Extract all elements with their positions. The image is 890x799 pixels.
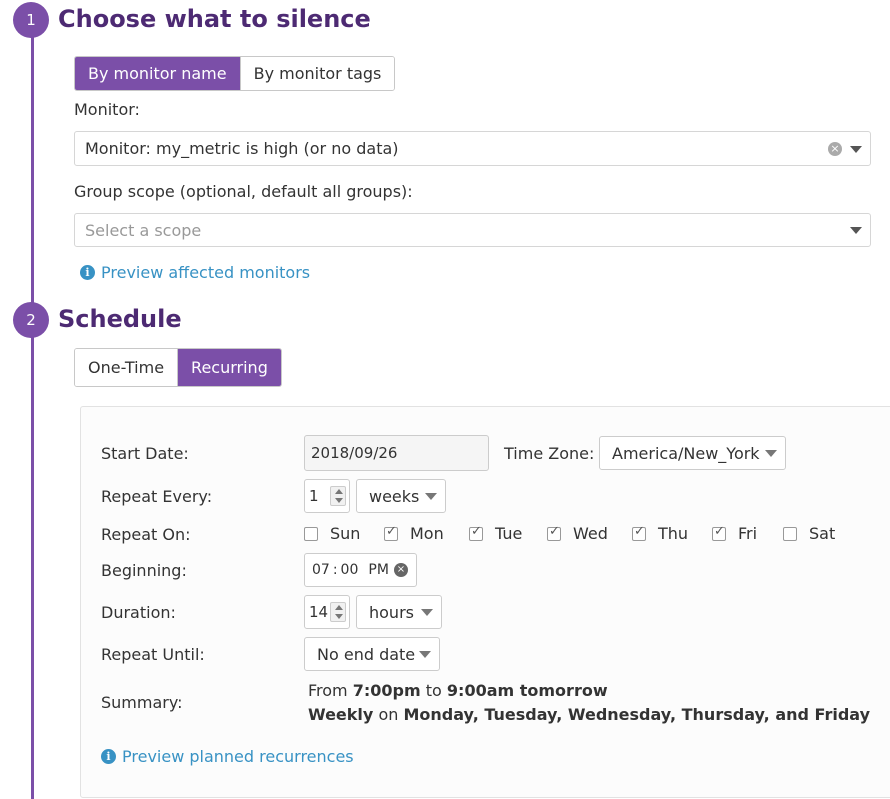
duration-stepper[interactable]: 14 [304, 595, 350, 629]
summary-text: on [378, 705, 399, 724]
day-checkbox-sat[interactable]: Sat [783, 524, 835, 543]
time-minutes[interactable]: 00 [341, 562, 359, 578]
stepper-arrows-icon[interactable] [330, 486, 346, 506]
clear-icon[interactable]: × [828, 141, 842, 156]
day-checkbox-sun[interactable]: Sun [304, 524, 360, 543]
start-date-input[interactable]: 2018/09/26 [304, 435, 489, 471]
chevron-down-icon[interactable] [850, 145, 862, 153]
beginning-label: Beginning: [101, 561, 187, 580]
repeat-until-label: Repeat Until: [101, 645, 205, 664]
repeat-every-label: Repeat Every: [101, 487, 213, 506]
chevron-down-icon [419, 651, 431, 658]
checkbox-icon[interactable] [547, 524, 561, 541]
step-2-title: Schedule [58, 305, 182, 333]
time-ampm[interactable]: PM [368, 562, 389, 578]
preview-planned-recurrences-link[interactable]: i Preview planned recurrences [101, 747, 354, 766]
checkbox-icon[interactable] [712, 524, 726, 541]
repeat-every-unit-value: weeks [369, 486, 420, 506]
timeline-line [31, 20, 34, 799]
preview-affected-monitors-label: Preview affected monitors [101, 263, 311, 282]
group-scope-label: Group scope (optional, default all group… [74, 182, 413, 201]
clear-icon[interactable]: × [393, 563, 408, 577]
time-zone-select[interactable]: America/New_York [599, 436, 786, 470]
day-checkbox-thu[interactable]: Thu [632, 524, 688, 543]
preview-planned-recurrences-label: Preview planned recurrences [122, 747, 354, 766]
stepper-arrows-icon[interactable] [330, 602, 346, 622]
schedule-mode-toggle: One-Time Recurring [74, 348, 282, 387]
chevron-down-icon [421, 609, 433, 616]
step-1-title: Choose what to silence [58, 5, 371, 33]
summary-end-time: 9:00am tomorrow [446, 681, 608, 700]
silence-mode-toggle: By monitor name By monitor tags [74, 56, 396, 91]
day-label: Thu [658, 524, 689, 543]
day-label: Fri [738, 524, 758, 543]
summary-line-1: From 7:00pm to 9:00am tomorrow [308, 681, 608, 700]
repeat-on-label: Repeat On: [101, 525, 191, 544]
info-icon: i [80, 265, 95, 280]
day-label: Sun [330, 524, 361, 543]
step-2-badge: 2 [13, 302, 49, 338]
monitor-label: Monitor: [74, 100, 140, 119]
info-icon: i [101, 749, 116, 764]
one-time-button[interactable]: One-Time [75, 349, 178, 386]
beginning-time-input[interactable]: 07 : 00 PM × [304, 553, 417, 587]
chevron-down-icon [765, 450, 777, 457]
time-separator: : [332, 562, 338, 578]
time-zone-value: America/New_York [612, 443, 760, 463]
day-checkbox-fri[interactable]: Fri [712, 524, 757, 543]
preview-affected-monitors-link[interactable]: i Preview affected monitors [80, 263, 310, 282]
summary-line-2: Weekly on Monday, Tuesday, Wednesday, Th… [308, 705, 870, 724]
repeat-every-value: 1 [309, 487, 319, 505]
chevron-down-icon[interactable] [850, 227, 862, 234]
monitor-select-value: Monitor: my_metric is high (or no data) [85, 139, 399, 158]
checkbox-icon[interactable] [632, 524, 646, 541]
summary-days: Monday, Tuesday, Wednesday, Thursday, an… [403, 705, 871, 724]
day-label: Mon [410, 524, 444, 543]
recurring-button[interactable]: Recurring [177, 349, 281, 386]
summary-text: to [425, 681, 442, 700]
repeat-every-stepper[interactable]: 1 [304, 479, 350, 513]
chevron-down-icon [425, 493, 437, 500]
day-label: Tue [495, 524, 523, 543]
day-checkbox-wed[interactable]: Wed [547, 524, 608, 543]
repeat-until-value: No end date [317, 644, 416, 664]
checkbox-icon[interactable] [783, 526, 797, 541]
day-label: Wed [573, 524, 608, 543]
time-zone-label: Time Zone: [504, 444, 595, 463]
checkbox-icon[interactable] [469, 524, 483, 541]
time-hours[interactable]: 07 [312, 562, 330, 578]
summary-frequency: Weekly [308, 705, 374, 724]
day-checkbox-tue[interactable]: Tue [469, 524, 522, 543]
checkbox-icon[interactable] [304, 526, 318, 541]
by-monitor-name-button[interactable]: By monitor name [75, 57, 240, 90]
day-checkbox-mon[interactable]: Mon [384, 524, 444, 543]
summary-text: From [308, 681, 348, 700]
scope-select-placeholder: Select a scope [85, 220, 202, 240]
repeat-until-select[interactable]: No end date [304, 637, 440, 671]
start-date-label: Start Date: [101, 444, 189, 463]
scope-select[interactable]: Select a scope [74, 213, 871, 247]
repeat-every-unit-select[interactable]: weeks [356, 479, 446, 513]
day-label: Sat [809, 524, 836, 543]
duration-value: 14 [309, 603, 329, 621]
duration-unit-select[interactable]: hours [356, 595, 442, 629]
summary-label: Summary: [101, 693, 183, 712]
duration-unit-value: hours [369, 602, 414, 622]
summary-start-time: 7:00pm [352, 681, 421, 700]
step-1-badge: 1 [13, 2, 49, 38]
checkbox-icon[interactable] [384, 524, 398, 541]
monitor-select[interactable]: Monitor: my_metric is high (or no data) … [74, 131, 871, 166]
duration-label: Duration: [101, 603, 176, 622]
by-monitor-tags-button[interactable]: By monitor tags [239, 57, 395, 90]
